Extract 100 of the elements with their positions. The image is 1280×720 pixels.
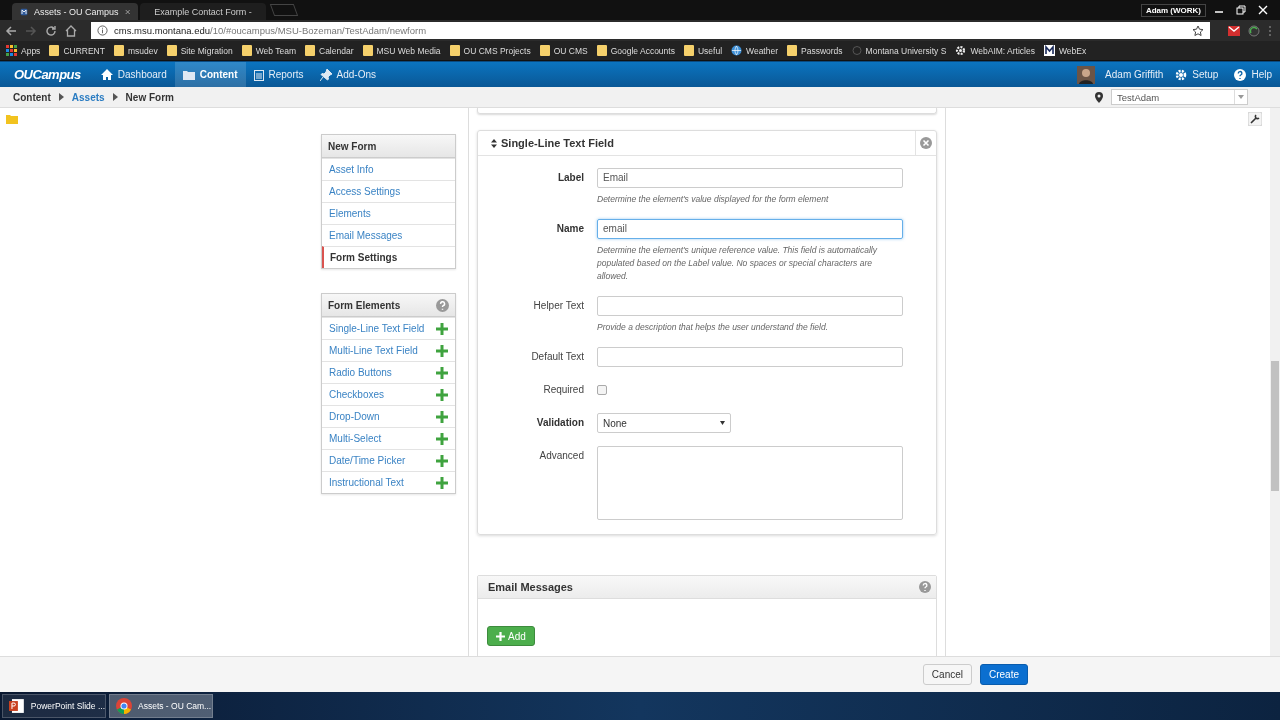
bookmark[interactable]: Calendar	[305, 45, 354, 56]
bookmark[interactable]: Passwords	[787, 45, 843, 56]
element-type-link[interactable]: Radio Buttons	[329, 367, 392, 378]
address-bar[interactable]: cms.msu.montana.edu/10/#oucampus/MSU-Bozeman/TestAdam/newform	[91, 22, 1210, 39]
add-icon[interactable]	[436, 344, 448, 357]
add-icon[interactable]	[436, 476, 448, 489]
bookmark[interactable]: WebAIM: Articles	[955, 45, 1035, 56]
gear-icon	[955, 45, 967, 56]
add-icon[interactable]	[436, 322, 448, 335]
reload-icon[interactable]	[45, 24, 57, 37]
nav-tab[interactable]: Dashboard	[92, 62, 175, 87]
validation-dropdown[interactable]: None	[597, 413, 731, 433]
field-hint: Determine the element's unique reference value. This field is automatically populated based on the Label value. No spaces or special characters are allowed.	[597, 244, 879, 283]
info-icon	[97, 25, 108, 36]
bookmark[interactable]: CURRENT	[49, 45, 105, 56]
site-selector[interactable]: TestAdam	[1111, 89, 1248, 105]
bookmark[interactable]: OU CMS Projects	[449, 45, 531, 56]
app-logo[interactable]: OUCampus	[14, 67, 81, 82]
close-icon[interactable]	[1258, 5, 1268, 15]
input-field[interactable]	[597, 347, 903, 367]
scrollbar[interactable]	[1271, 361, 1279, 491]
bookmark[interactable]: Montana University S	[851, 45, 947, 56]
bookmark[interactable]: Useful	[683, 45, 723, 56]
browser-tab[interactable]: Example Contact Form -	[140, 3, 266, 20]
avatar[interactable]	[1077, 65, 1096, 84]
folder-icon	[305, 45, 315, 56]
new-tab-button[interactable]	[269, 4, 299, 16]
section-link[interactable]: Elements	[322, 202, 455, 224]
section-link[interactable]: Email Messages	[322, 224, 455, 246]
panel-title: Form Elements	[328, 299, 401, 311]
star-icon[interactable]	[1192, 24, 1204, 37]
help-icon[interactable]	[436, 298, 449, 312]
breadcrumb-item[interactable]: Assets	[71, 91, 105, 103]
section-link[interactable]: Access Settings	[322, 180, 455, 202]
bookmark[interactable]: Apps	[6, 45, 41, 56]
element-type-link[interactable]: Multi-Line Text Field	[329, 345, 418, 356]
cancel-button[interactable]: Cancel	[922, 664, 972, 685]
input-field[interactable]: Email	[597, 168, 903, 188]
nav-tab[interactable]: Add-Ons	[311, 62, 384, 87]
home-icon	[100, 69, 113, 80]
add-icon[interactable]	[436, 454, 448, 467]
pushpin-icon	[319, 68, 332, 81]
field-label: Validation	[535, 416, 585, 430]
add-icon[interactable]	[436, 366, 448, 379]
folder-icon	[683, 45, 694, 56]
folder-icon	[113, 45, 124, 56]
panel-title: New Form	[322, 135, 455, 158]
element-type-link[interactable]: Single-Line Text Field	[329, 323, 425, 334]
user-menu[interactable]: Adam Griffith	[1097, 62, 1168, 87]
element-type-link[interactable]: Multi-Select	[329, 433, 382, 444]
presentation-app-icon	[9, 698, 25, 714]
element-type-link[interactable]: Date/Time Picker	[329, 455, 406, 466]
caret-icon	[112, 93, 118, 101]
menu-icon[interactable]	[1268, 24, 1272, 37]
input-field[interactable]	[597, 296, 903, 316]
folder-icon	[449, 45, 460, 56]
bookmark[interactable]: Google Accounts	[596, 45, 675, 56]
checkbox[interactable]	[597, 385, 607, 395]
forward-icon[interactable]	[25, 24, 37, 37]
section-link[interactable]: Form Settings	[322, 246, 455, 268]
folder-icon	[49, 45, 60, 56]
profile-button[interactable]: Adam (WORK)	[1140, 3, 1206, 17]
add-icon[interactable]	[436, 410, 448, 423]
help-icon[interactable]	[919, 581, 931, 593]
sort-icon[interactable]	[491, 138, 497, 148]
input-field[interactable]: email	[597, 219, 903, 239]
dropdown-arrow-icon	[1238, 95, 1244, 99]
bookmark[interactable]: Web Team	[241, 45, 296, 56]
field-label: Name	[555, 222, 585, 236]
restore-icon[interactable]	[1236, 5, 1246, 15]
plus-icon	[496, 631, 505, 641]
bookmark[interactable]: Site Migration	[166, 45, 233, 56]
nav-tab[interactable]: Reports	[245, 62, 312, 87]
setup-menu[interactable]: Setup	[1167, 62, 1227, 87]
add-icon[interactable]	[436, 432, 448, 445]
bookmark[interactable]: Weather	[731, 45, 778, 56]
back-icon[interactable]	[5, 24, 17, 37]
field-label: Label	[556, 171, 585, 185]
wrench-icon[interactable]	[1248, 112, 1262, 126]
nav-tab[interactable]: Content	[174, 62, 246, 87]
help-menu[interactable]: Help	[1226, 62, 1280, 87]
section-link[interactable]: Asset Info	[322, 158, 455, 180]
create-button[interactable]: Create	[980, 664, 1028, 685]
element-type-link[interactable]: Instructional Text	[329, 477, 404, 488]
gauge-icon[interactable]	[1248, 24, 1260, 37]
field-label: Advanced	[538, 449, 585, 463]
bookmark[interactable]: MSU Web Media	[362, 45, 441, 56]
bookmark[interactable]: OU CMS	[539, 45, 588, 56]
browser-tab[interactable]: Assets - OU Campus	[12, 3, 138, 20]
add-icon[interactable]	[436, 388, 448, 401]
home-icon[interactable]	[65, 24, 77, 37]
m-logo-icon	[1043, 45, 1055, 56]
mail-icon[interactable]	[1228, 25, 1240, 36]
element-type-link[interactable]: Drop-Down	[329, 411, 380, 422]
folder-icon[interactable]	[6, 114, 18, 124]
bookmark[interactable]: msudev	[113, 45, 158, 56]
element-type-link[interactable]: Checkboxes	[329, 389, 385, 400]
bookmark[interactable]: WebEx	[1043, 45, 1087, 56]
taskbar-item[interactable]: PowerPoint Slide ...	[2, 694, 106, 718]
taskbar-item[interactable]: Assets - OU Cam...	[109, 694, 213, 718]
